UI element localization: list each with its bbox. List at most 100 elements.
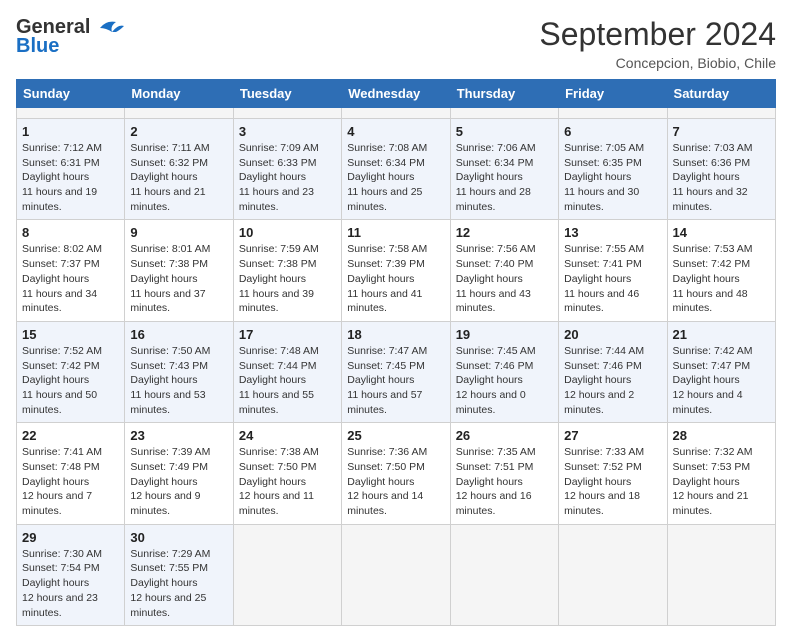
calendar-cell: 12 Sunrise: 7:56 AMSunset: 7:40 PMDayligh… (450, 220, 558, 321)
calendar-cell (233, 108, 341, 119)
calendar-cell (667, 108, 775, 119)
calendar-cell: 20Sunrise: 7:44 AMSunset: 7:46 PMDayligh… (559, 321, 667, 422)
location-subtitle: Concepcion, Biobio, Chile (539, 55, 776, 71)
calendar-header-saturday: Saturday (667, 80, 775, 108)
day-info: Sunrise: 7:36 AMSunset: 7:50 PMDaylight … (347, 445, 444, 518)
month-title: September 2024 (539, 16, 776, 53)
day-number: 30 (130, 530, 227, 545)
day-number: 24 (239, 428, 336, 443)
page-header: General Blue September 2024 Concepcion, … (16, 16, 776, 71)
calendar-cell: 4 Sunrise: 7:08 AMSunset: 6:34 PMDaylight… (342, 119, 450, 220)
logo-text-blue: Blue (16, 35, 59, 58)
day-number: 5 (456, 124, 553, 139)
calendar-cell: 19Sunrise: 7:45 AMSunset: 7:46 PMDayligh… (450, 321, 558, 422)
day-info: Sunrise: 7:58 AMSunset: 7:39 PMDaylight … (347, 242, 444, 315)
day-number: 18 (347, 327, 444, 342)
calendar-cell: 8 Sunrise: 8:02 AMSunset: 7:37 PMDaylight… (17, 220, 125, 321)
calendar-header-row: SundayMondayTuesdayWednesdayThursdayFrid… (17, 80, 776, 108)
calendar-header-friday: Friday (559, 80, 667, 108)
calendar-cell: 17 Sunrise: 7:48 AMSunset: 7:44 PMDayligh… (233, 321, 341, 422)
day-info: Sunrise: 7:42 AMSunset: 7:47 PMDaylight … (673, 344, 770, 417)
calendar-week-row (17, 108, 776, 119)
calendar-cell (450, 524, 558, 625)
day-info: Sunrise: 8:01 AMSunset: 7:38 PMDaylight … (130, 242, 227, 315)
calendar-header-wednesday: Wednesday (342, 80, 450, 108)
calendar-cell: 21 Sunrise: 7:42 AMSunset: 7:47 PMDayligh… (667, 321, 775, 422)
day-info: Sunrise: 7:35 AMSunset: 7:51 PMDaylight … (456, 445, 553, 518)
day-number: 4 (347, 124, 444, 139)
day-info: Sunrise: 7:48 AMSunset: 7:44 PMDaylight … (239, 344, 336, 417)
day-number: 26 (456, 428, 553, 443)
calendar-cell: 11 Sunrise: 7:58 AMSunset: 7:39 PMDayligh… (342, 220, 450, 321)
day-info: Sunrise: 7:05 AMSunset: 6:35 PMDaylight … (564, 141, 661, 214)
day-info: Sunrise: 7:09 AMSunset: 6:33 PMDaylight … (239, 141, 336, 214)
calendar-cell: 3 Sunrise: 7:09 AMSunset: 6:33 PMDaylight… (233, 119, 341, 220)
day-info: Sunrise: 7:03 AMSunset: 6:36 PMDaylight … (673, 141, 770, 214)
day-number: 19 (456, 327, 553, 342)
day-info: Sunrise: 7:56 AMSunset: 7:40 PMDaylight … (456, 242, 553, 315)
calendar-cell: 29 Sunrise: 7:30 AMSunset: 7:54 PMDayligh… (17, 524, 125, 625)
calendar-cell: 2Sunrise: 7:11 AMSunset: 6:32 PMDaylight… (125, 119, 233, 220)
calendar-cell: 26 Sunrise: 7:35 AMSunset: 7:51 PMDayligh… (450, 423, 558, 524)
day-number: 23 (130, 428, 227, 443)
calendar-cell: 28 Sunrise: 7:32 AMSunset: 7:53 PMDayligh… (667, 423, 775, 524)
day-info: Sunrise: 7:59 AMSunset: 7:38 PMDaylight … (239, 242, 336, 315)
calendar-cell: 15Sunrise: 7:52 AMSunset: 7:42 PMDayligh… (17, 321, 125, 422)
day-number: 10 (239, 225, 336, 240)
calendar-cell: 5 Sunrise: 7:06 AMSunset: 6:34 PMDaylight… (450, 119, 558, 220)
day-number: 9 (130, 225, 227, 240)
day-number: 17 (239, 327, 336, 342)
day-info: Sunrise: 7:38 AMSunset: 7:50 PMDaylight … (239, 445, 336, 518)
calendar-cell (17, 108, 125, 119)
day-number: 20 (564, 327, 661, 342)
day-info: Sunrise: 7:50 AMSunset: 7:43 PMDaylight … (130, 344, 227, 417)
day-number: 25 (347, 428, 444, 443)
calendar-cell (559, 524, 667, 625)
calendar-cell: 14Sunrise: 7:53 AMSunset: 7:42 PMDayligh… (667, 220, 775, 321)
day-number: 3 (239, 124, 336, 139)
day-number: 16 (130, 327, 227, 342)
day-number: 12 (456, 225, 553, 240)
day-info: Sunrise: 7:06 AMSunset: 6:34 PMDaylight … (456, 141, 553, 214)
calendar-cell: 23Sunrise: 7:39 AMSunset: 7:49 PMDayligh… (125, 423, 233, 524)
day-info: Sunrise: 7:29 AMSunset: 7:55 PMDaylight … (130, 547, 227, 620)
calendar-cell: 1 Sunrise: 7:12 AMSunset: 6:31 PMDaylight… (17, 119, 125, 220)
calendar-header-thursday: Thursday (450, 80, 558, 108)
day-info: Sunrise: 7:52 AMSunset: 7:42 PMDaylight … (22, 344, 119, 417)
day-info: Sunrise: 7:32 AMSunset: 7:53 PMDaylight … (673, 445, 770, 518)
day-number: 28 (673, 428, 770, 443)
calendar-cell: 18 Sunrise: 7:47 AMSunset: 7:45 PMDayligh… (342, 321, 450, 422)
day-number: 8 (22, 225, 119, 240)
day-info: Sunrise: 7:53 AMSunset: 7:42 PMDaylight … (673, 242, 770, 315)
day-number: 21 (673, 327, 770, 342)
day-number: 13 (564, 225, 661, 240)
day-info: Sunrise: 7:33 AMSunset: 7:52 PMDaylight … (564, 445, 661, 518)
day-info: Sunrise: 7:47 AMSunset: 7:45 PMDaylight … (347, 344, 444, 417)
day-info: Sunrise: 7:30 AMSunset: 7:54 PMDaylight … (22, 547, 119, 620)
calendar-header-tuesday: Tuesday (233, 80, 341, 108)
day-info: Sunrise: 7:12 AMSunset: 6:31 PMDaylight … (22, 141, 119, 214)
day-number: 6 (564, 124, 661, 139)
day-number: 11 (347, 225, 444, 240)
calendar-cell: 13Sunrise: 7:55 AMSunset: 7:41 PMDayligh… (559, 220, 667, 321)
calendar-cell: 7Sunrise: 7:03 AMSunset: 6:36 PMDaylight… (667, 119, 775, 220)
calendar-cell: 10 Sunrise: 7:59 AMSunset: 7:38 PMDayligh… (233, 220, 341, 321)
calendar-cell: 30 Sunrise: 7:29 AMSunset: 7:55 PMDayligh… (125, 524, 233, 625)
calendar-week-row: 1 Sunrise: 7:12 AMSunset: 6:31 PMDaylight… (17, 119, 776, 220)
day-info: Sunrise: 8:02 AMSunset: 7:37 PMDaylight … (22, 242, 119, 315)
day-info: Sunrise: 7:11 AMSunset: 6:32 PMDaylight … (130, 141, 227, 214)
calendar-week-row: 22Sunrise: 7:41 AMSunset: 7:48 PMDayligh… (17, 423, 776, 524)
calendar-cell (342, 524, 450, 625)
calendar-week-row: 15Sunrise: 7:52 AMSunset: 7:42 PMDayligh… (17, 321, 776, 422)
title-block: September 2024 Concepcion, Biobio, Chile (539, 16, 776, 71)
calendar-cell: 25 Sunrise: 7:36 AMSunset: 7:50 PMDayligh… (342, 423, 450, 524)
day-info: Sunrise: 7:08 AMSunset: 6:34 PMDaylight … (347, 141, 444, 214)
calendar-cell: 9 Sunrise: 8:01 AMSunset: 7:38 PMDaylight… (125, 220, 233, 321)
calendar-cell: 16 Sunrise: 7:50 AMSunset: 7:43 PMDayligh… (125, 321, 233, 422)
calendar-cell: 27Sunrise: 7:33 AMSunset: 7:52 PMDayligh… (559, 423, 667, 524)
day-number: 1 (22, 124, 119, 139)
day-number: 29 (22, 530, 119, 545)
calendar-cell (342, 108, 450, 119)
calendar-header-sunday: Sunday (17, 80, 125, 108)
calendar-table: SundayMondayTuesdayWednesdayThursdayFrid… (16, 79, 776, 626)
